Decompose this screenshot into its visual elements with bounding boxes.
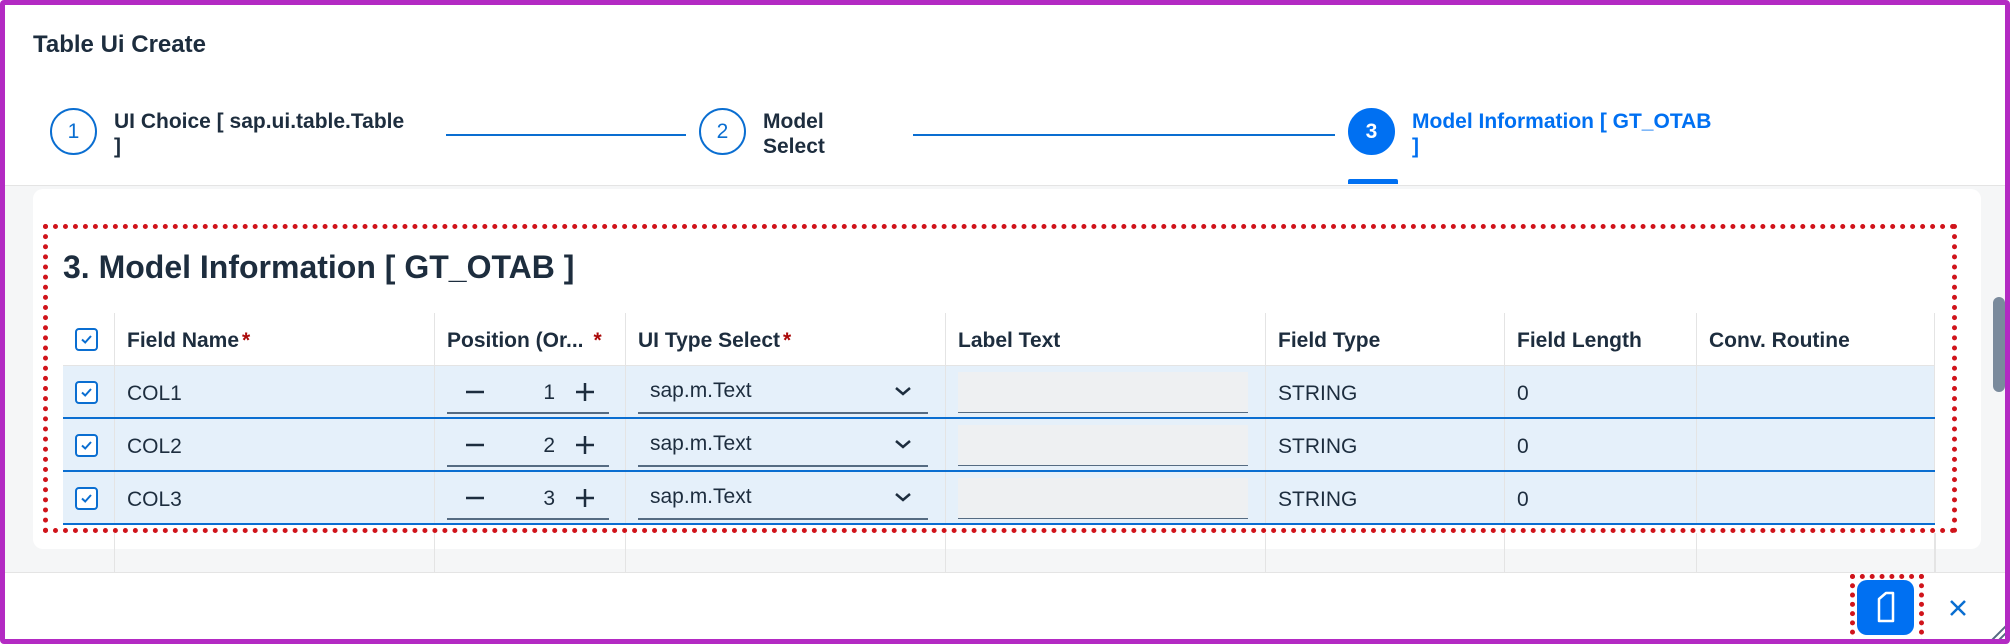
- table-header-row: Field Name * Position (Or... * UI Type Sel…: [63, 313, 1935, 366]
- wizard-progress: 1 UI Choice [ sap.ui.table.Table ] 2 Mod…: [5, 83, 2005, 186]
- row-select-checkbox[interactable]: [75, 434, 98, 457]
- label-text-input[interactable]: [958, 425, 1248, 466]
- ui-type-select[interactable]: sap.m.Text: [638, 425, 928, 467]
- column-header-field-length[interactable]: Field Length: [1505, 313, 1697, 365]
- section-title: 3. Model Information [ GT_OTAB ]: [63, 249, 575, 285]
- wizard-step-1-number[interactable]: 1: [50, 108, 97, 155]
- column-header-label: Field Type: [1278, 329, 1381, 352]
- dialog-title: Table Ui Create: [33, 31, 206, 58]
- select-all-checkbox[interactable]: [75, 328, 98, 351]
- column-header-label: Position (Or...: [447, 329, 584, 352]
- required-marker: *: [242, 329, 251, 352]
- field-type-value: STRING: [1278, 488, 1358, 511]
- position-value[interactable]: 1: [543, 381, 555, 405]
- chevron-down-icon[interactable]: [894, 385, 912, 397]
- wizard-step-3-title[interactable]: Model Information [ GT_OTAB ]: [1412, 109, 1711, 159]
- field-length-value: 0: [1517, 382, 1529, 405]
- dialog: Table Ui Create 1 UI Choice [ sap.ui.tab…: [0, 0, 2010, 644]
- column-header-label-text[interactable]: Label Text: [946, 313, 1266, 365]
- column-header-label: Field Length: [1517, 329, 1642, 352]
- table-row[interactable]: COL2 2 sap.m.Text STRING 0: [63, 419, 1935, 472]
- column-header-label: UI Type Select: [638, 329, 780, 352]
- wizard-active-indicator: [1348, 179, 1398, 184]
- wizard-connector: [913, 134, 1335, 136]
- required-marker: *: [593, 329, 602, 352]
- resize-handle-icon[interactable]: [1986, 620, 2008, 642]
- wizard-step-3-title-line2: ]: [1412, 135, 1419, 158]
- wizard-step-1-title[interactable]: UI Choice [ sap.ui.table.Table ]: [114, 109, 404, 159]
- column-header-conv-routine[interactable]: Conv. Routine: [1697, 313, 1935, 365]
- wizard-step-2-number[interactable]: 2: [699, 108, 746, 155]
- column-header-ui-type[interactable]: UI Type Select *: [626, 313, 946, 365]
- close-icon[interactable]: [1943, 593, 1973, 623]
- position-value[interactable]: 2: [543, 434, 555, 458]
- wizard-step-1-title-line2: ]: [114, 135, 121, 158]
- column-header-position[interactable]: Position (Or... *: [435, 313, 626, 365]
- row-select-checkbox[interactable]: [75, 381, 98, 404]
- column-header-label: Field Name: [127, 329, 240, 352]
- row-select-checkbox[interactable]: [75, 487, 98, 510]
- field-type-value: STRING: [1278, 435, 1358, 458]
- increment-icon[interactable]: [571, 378, 599, 406]
- column-header-label: Label Text: [958, 329, 1061, 352]
- ui-type-select[interactable]: sap.m.Text: [638, 372, 928, 414]
- wizard-step-1-title-line1: UI Choice [ sap.ui.table.Table: [114, 110, 405, 133]
- field-length-value: 0: [1517, 435, 1529, 458]
- label-text-input[interactable]: [958, 372, 1248, 413]
- ui-type-selected-value: sap.m.Text: [650, 379, 752, 402]
- field-name-value: COL3: [127, 488, 182, 511]
- field-name-value: COL2: [127, 435, 182, 458]
- position-value[interactable]: 3: [543, 487, 555, 511]
- position-stepper[interactable]: 3: [447, 478, 609, 520]
- position-stepper[interactable]: 1: [447, 372, 609, 414]
- table-row[interactable]: COL1 1 sap.m.Text STRING 0: [63, 366, 1935, 419]
- column-header-field-type[interactable]: Field Type: [1266, 313, 1505, 365]
- label-text-input[interactable]: [958, 478, 1248, 519]
- decrement-icon[interactable]: [461, 378, 489, 406]
- required-marker: *: [783, 329, 792, 352]
- decrement-icon[interactable]: [461, 431, 489, 459]
- document-icon: [1877, 591, 1895, 623]
- empty-table-row: [63, 533, 1936, 573]
- field-length-value: 0: [1517, 488, 1529, 511]
- dialog-header: Table Ui Create: [5, 5, 2005, 84]
- column-header-label: Conv. Routine: [1709, 329, 1850, 352]
- increment-icon[interactable]: [571, 431, 599, 459]
- ui-type-selected-value: sap.m.Text: [650, 432, 752, 455]
- ui-type-selected-value: sap.m.Text: [650, 485, 752, 508]
- ui-type-select[interactable]: sap.m.Text: [638, 478, 928, 520]
- chevron-down-icon[interactable]: [894, 438, 912, 450]
- dialog-footer: [5, 572, 2005, 639]
- select-all-cell: [63, 313, 115, 365]
- field-name-value: COL1: [127, 382, 182, 405]
- increment-icon[interactable]: [571, 484, 599, 512]
- wizard-step-2-title[interactable]: Model Select: [763, 109, 825, 159]
- wizard-step-3-number[interactable]: 3: [1348, 108, 1395, 155]
- document-button[interactable]: [1857, 580, 1914, 635]
- table-row[interactable]: COL3 3 sap.m.Text STRING 0: [63, 472, 1935, 525]
- wizard-step-2-title-line2: Select: [763, 135, 825, 158]
- wizard-connector: [446, 134, 686, 136]
- column-header-field-name[interactable]: Field Name *: [115, 313, 435, 365]
- chevron-down-icon[interactable]: [894, 491, 912, 503]
- wizard-step-2-title-line1: Model: [763, 110, 824, 133]
- scrollbar-thumb[interactable]: [1993, 297, 2005, 392]
- decrement-icon[interactable]: [461, 484, 489, 512]
- field-type-value: STRING: [1278, 382, 1358, 405]
- position-stepper[interactable]: 2: [447, 425, 609, 467]
- wizard-step-3-title-line1: Model Information [ GT_OTAB: [1412, 110, 1712, 133]
